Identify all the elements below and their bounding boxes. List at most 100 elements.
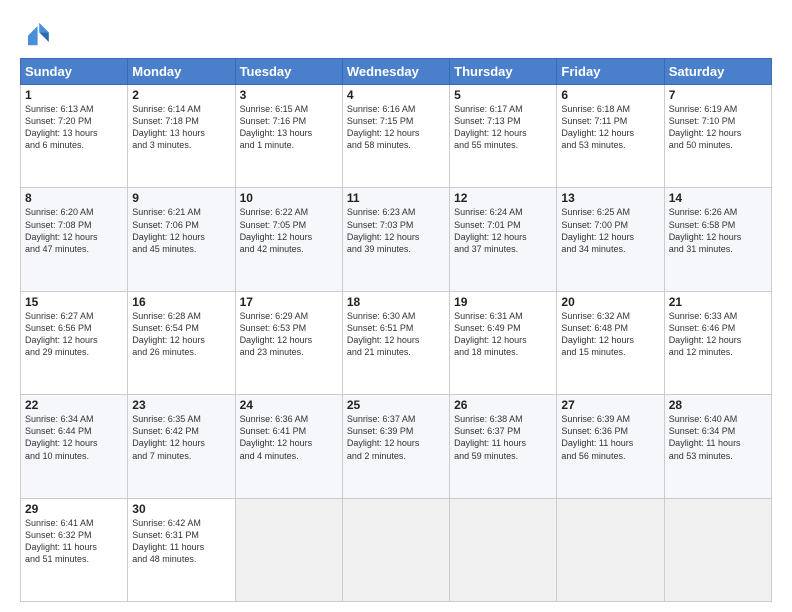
day-number: 24 — [240, 398, 338, 412]
day-number: 29 — [25, 502, 123, 516]
calendar-cell — [342, 498, 449, 601]
day-info: Sunrise: 6:32 AM Sunset: 6:48 PM Dayligh… — [561, 310, 659, 359]
day-number: 27 — [561, 398, 659, 412]
day-number: 16 — [132, 295, 230, 309]
calendar-cell — [664, 498, 771, 601]
day-info: Sunrise: 6:25 AM Sunset: 7:00 PM Dayligh… — [561, 206, 659, 255]
calendar-cell: 30Sunrise: 6:42 AM Sunset: 6:31 PM Dayli… — [128, 498, 235, 601]
day-number: 13 — [561, 191, 659, 205]
calendar-cell: 29Sunrise: 6:41 AM Sunset: 6:32 PM Dayli… — [21, 498, 128, 601]
day-of-week-header: Saturday — [664, 59, 771, 85]
day-of-week-header: Monday — [128, 59, 235, 85]
day-info: Sunrise: 6:23 AM Sunset: 7:03 PM Dayligh… — [347, 206, 445, 255]
calendar-cell: 17Sunrise: 6:29 AM Sunset: 6:53 PM Dayli… — [235, 291, 342, 394]
calendar-cell: 25Sunrise: 6:37 AM Sunset: 6:39 PM Dayli… — [342, 395, 449, 498]
calendar-cell: 11Sunrise: 6:23 AM Sunset: 7:03 PM Dayli… — [342, 188, 449, 291]
day-of-week-header: Thursday — [450, 59, 557, 85]
calendar-cell: 18Sunrise: 6:30 AM Sunset: 6:51 PM Dayli… — [342, 291, 449, 394]
day-number: 11 — [347, 191, 445, 205]
day-info: Sunrise: 6:35 AM Sunset: 6:42 PM Dayligh… — [132, 413, 230, 462]
day-number: 2 — [132, 88, 230, 102]
day-info: Sunrise: 6:26 AM Sunset: 6:58 PM Dayligh… — [669, 206, 767, 255]
day-info: Sunrise: 6:13 AM Sunset: 7:20 PM Dayligh… — [25, 103, 123, 152]
calendar-cell: 20Sunrise: 6:32 AM Sunset: 6:48 PM Dayli… — [557, 291, 664, 394]
day-info: Sunrise: 6:37 AM Sunset: 6:39 PM Dayligh… — [347, 413, 445, 462]
day-info: Sunrise: 6:27 AM Sunset: 6:56 PM Dayligh… — [25, 310, 123, 359]
day-number: 25 — [347, 398, 445, 412]
day-number: 3 — [240, 88, 338, 102]
day-number: 21 — [669, 295, 767, 309]
calendar-cell — [557, 498, 664, 601]
day-number: 23 — [132, 398, 230, 412]
day-info: Sunrise: 6:41 AM Sunset: 6:32 PM Dayligh… — [25, 517, 123, 566]
calendar-cell: 10Sunrise: 6:22 AM Sunset: 7:05 PM Dayli… — [235, 188, 342, 291]
day-info: Sunrise: 6:18 AM Sunset: 7:11 PM Dayligh… — [561, 103, 659, 152]
day-info: Sunrise: 6:16 AM Sunset: 7:15 PM Dayligh… — [347, 103, 445, 152]
calendar-cell: 27Sunrise: 6:39 AM Sunset: 6:36 PM Dayli… — [557, 395, 664, 498]
day-of-week-header: Sunday — [21, 59, 128, 85]
calendar-cell: 24Sunrise: 6:36 AM Sunset: 6:41 PM Dayli… — [235, 395, 342, 498]
calendar-cell: 2Sunrise: 6:14 AM Sunset: 7:18 PM Daylig… — [128, 85, 235, 188]
logo — [20, 18, 56, 50]
day-info: Sunrise: 6:15 AM Sunset: 7:16 PM Dayligh… — [240, 103, 338, 152]
day-number: 18 — [347, 295, 445, 309]
day-number: 30 — [132, 502, 230, 516]
day-number: 26 — [454, 398, 552, 412]
calendar-cell — [235, 498, 342, 601]
calendar-cell: 19Sunrise: 6:31 AM Sunset: 6:49 PM Dayli… — [450, 291, 557, 394]
calendar-cell: 3Sunrise: 6:15 AM Sunset: 7:16 PM Daylig… — [235, 85, 342, 188]
day-info: Sunrise: 6:21 AM Sunset: 7:06 PM Dayligh… — [132, 206, 230, 255]
calendar-cell: 14Sunrise: 6:26 AM Sunset: 6:58 PM Dayli… — [664, 188, 771, 291]
calendar-cell: 9Sunrise: 6:21 AM Sunset: 7:06 PM Daylig… — [128, 188, 235, 291]
day-number: 17 — [240, 295, 338, 309]
calendar-cell: 28Sunrise: 6:40 AM Sunset: 6:34 PM Dayli… — [664, 395, 771, 498]
calendar-cell: 8Sunrise: 6:20 AM Sunset: 7:08 PM Daylig… — [21, 188, 128, 291]
day-number: 7 — [669, 88, 767, 102]
day-number: 20 — [561, 295, 659, 309]
day-info: Sunrise: 6:39 AM Sunset: 6:36 PM Dayligh… — [561, 413, 659, 462]
day-number: 1 — [25, 88, 123, 102]
day-info: Sunrise: 6:30 AM Sunset: 6:51 PM Dayligh… — [347, 310, 445, 359]
calendar: SundayMondayTuesdayWednesdayThursdayFrid… — [20, 58, 772, 602]
day-number: 28 — [669, 398, 767, 412]
day-number: 19 — [454, 295, 552, 309]
day-number: 4 — [347, 88, 445, 102]
day-number: 10 — [240, 191, 338, 205]
day-number: 5 — [454, 88, 552, 102]
day-number: 14 — [669, 191, 767, 205]
calendar-cell: 15Sunrise: 6:27 AM Sunset: 6:56 PM Dayli… — [21, 291, 128, 394]
day-number: 12 — [454, 191, 552, 205]
day-info: Sunrise: 6:24 AM Sunset: 7:01 PM Dayligh… — [454, 206, 552, 255]
calendar-cell — [450, 498, 557, 601]
day-info: Sunrise: 6:34 AM Sunset: 6:44 PM Dayligh… — [25, 413, 123, 462]
day-info: Sunrise: 6:40 AM Sunset: 6:34 PM Dayligh… — [669, 413, 767, 462]
calendar-cell: 5Sunrise: 6:17 AM Sunset: 7:13 PM Daylig… — [450, 85, 557, 188]
day-info: Sunrise: 6:19 AM Sunset: 7:10 PM Dayligh… — [669, 103, 767, 152]
day-info: Sunrise: 6:20 AM Sunset: 7:08 PM Dayligh… — [25, 206, 123, 255]
day-info: Sunrise: 6:33 AM Sunset: 6:46 PM Dayligh… — [669, 310, 767, 359]
calendar-cell: 21Sunrise: 6:33 AM Sunset: 6:46 PM Dayli… — [664, 291, 771, 394]
day-of-week-header: Wednesday — [342, 59, 449, 85]
calendar-cell: 4Sunrise: 6:16 AM Sunset: 7:15 PM Daylig… — [342, 85, 449, 188]
day-info: Sunrise: 6:38 AM Sunset: 6:37 PM Dayligh… — [454, 413, 552, 462]
day-info: Sunrise: 6:28 AM Sunset: 6:54 PM Dayligh… — [132, 310, 230, 359]
day-of-week-header: Tuesday — [235, 59, 342, 85]
calendar-cell: 22Sunrise: 6:34 AM Sunset: 6:44 PM Dayli… — [21, 395, 128, 498]
calendar-cell: 12Sunrise: 6:24 AM Sunset: 7:01 PM Dayli… — [450, 188, 557, 291]
day-number: 15 — [25, 295, 123, 309]
calendar-cell: 7Sunrise: 6:19 AM Sunset: 7:10 PM Daylig… — [664, 85, 771, 188]
day-info: Sunrise: 6:14 AM Sunset: 7:18 PM Dayligh… — [132, 103, 230, 152]
calendar-cell: 13Sunrise: 6:25 AM Sunset: 7:00 PM Dayli… — [557, 188, 664, 291]
day-of-week-header: Friday — [557, 59, 664, 85]
calendar-cell: 23Sunrise: 6:35 AM Sunset: 6:42 PM Dayli… — [128, 395, 235, 498]
day-info: Sunrise: 6:36 AM Sunset: 6:41 PM Dayligh… — [240, 413, 338, 462]
logo-icon — [20, 18, 52, 50]
day-info: Sunrise: 6:31 AM Sunset: 6:49 PM Dayligh… — [454, 310, 552, 359]
day-number: 6 — [561, 88, 659, 102]
day-info: Sunrise: 6:29 AM Sunset: 6:53 PM Dayligh… — [240, 310, 338, 359]
day-number: 22 — [25, 398, 123, 412]
calendar-cell: 26Sunrise: 6:38 AM Sunset: 6:37 PM Dayli… — [450, 395, 557, 498]
day-info: Sunrise: 6:42 AM Sunset: 6:31 PM Dayligh… — [132, 517, 230, 566]
day-number: 9 — [132, 191, 230, 205]
day-info: Sunrise: 6:22 AM Sunset: 7:05 PM Dayligh… — [240, 206, 338, 255]
